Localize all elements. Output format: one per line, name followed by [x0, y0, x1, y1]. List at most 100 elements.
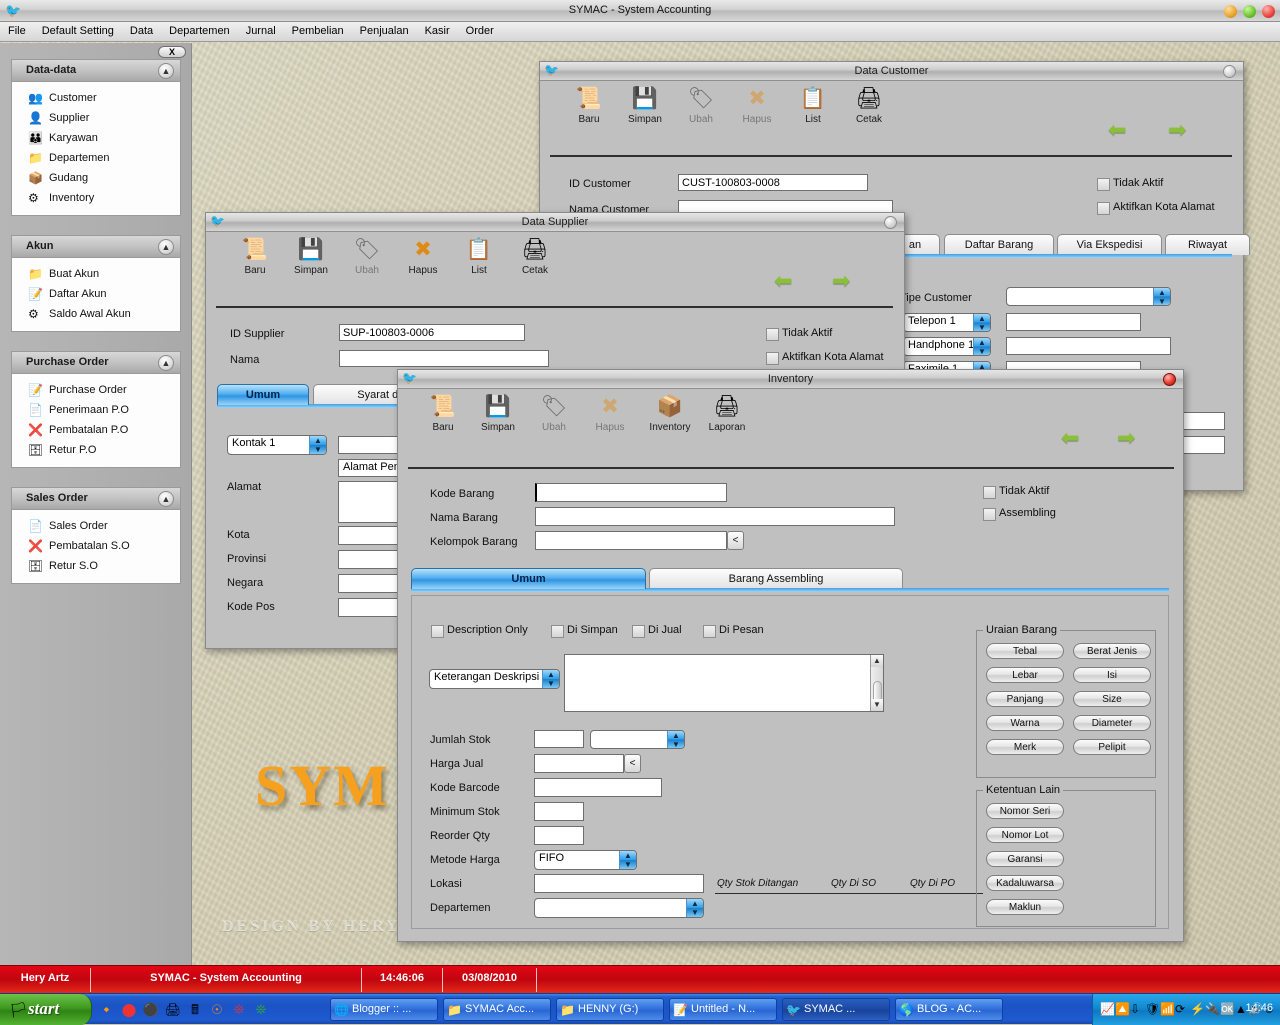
- lokasi-input[interactable]: [534, 874, 704, 893]
- scroll-down-icon[interactable]: ▼: [871, 699, 883, 711]
- inventory-hapus-button[interactable]: ✖ Hapus: [584, 393, 636, 433]
- customer-window-close-button[interactable]: [1223, 65, 1236, 78]
- inventory-window-close-button[interactable]: [1163, 373, 1176, 386]
- prev-arrow-icon[interactable]: ⬅: [774, 270, 792, 292]
- taskbar-item-symac-acc[interactable]: 📁 SYMAC Acc...: [443, 998, 551, 1021]
- kelompok-barang-picker-button[interactable]: <: [727, 531, 744, 550]
- inventory-laporan-button[interactable]: 🖨 Laporan: [698, 393, 756, 433]
- chevron-up-icon[interactable]: ▲: [158, 63, 174, 79]
- nama-barang-input[interactable]: [535, 507, 895, 526]
- supplier-list-button[interactable]: 📋 List: [453, 236, 505, 276]
- prev-arrow-icon[interactable]: ⬅: [1061, 427, 1079, 449]
- taskbar-item-blogger[interactable]: 🌐 Blogger :: ...: [330, 998, 438, 1021]
- taskbar-item-symac[interactable]: 🐦 SYMAC ...: [782, 998, 890, 1021]
- prev-arrow-icon[interactable]: ⬅: [1108, 119, 1126, 141]
- next-arrow-icon[interactable]: ➡: [832, 270, 850, 292]
- kontak-select[interactable]: Kontak 1 ▲ ▼: [227, 435, 327, 455]
- menu-departemen[interactable]: Departemen: [161, 22, 238, 42]
- contact-type-2-select[interactable]: Handphone 1 ▲ ▼: [903, 337, 991, 356]
- keterangan-deskripsi-select[interactable]: Keterangan Deskripsi ▲ ▼: [429, 669, 560, 689]
- power-icon[interactable]: ⚡: [1190, 1002, 1205, 1016]
- calculator-icon[interactable]: 🖩: [184, 994, 206, 1025]
- sidebar-item-karyawan[interactable]: 👪 Karyawan: [12, 128, 180, 148]
- tab-umum[interactable]: Umum: [411, 568, 646, 589]
- idm-icon[interactable]: ⇩: [1130, 1002, 1140, 1016]
- jumlah-stok-unit-select[interactable]: ▲ ▼: [590, 730, 685, 749]
- inventory-inventory-button[interactable]: 📦 Inventory: [639, 393, 701, 433]
- customer-tidak-aktif-checkbox[interactable]: Tidak Aktif: [1097, 177, 1163, 191]
- supplier-cetak-button[interactable]: 🖨 Cetak: [509, 236, 561, 276]
- inventory-assembling-checkbox[interactable]: Assembling: [983, 507, 1056, 521]
- next-arrow-icon[interactable]: ➡: [1168, 119, 1186, 141]
- uraian-merk-button[interactable]: Merk: [986, 739, 1064, 755]
- kode-barang-input[interactable]: [535, 483, 727, 502]
- metode-harga-select[interactable]: FIFO ▲ ▼: [534, 850, 637, 870]
- menu-data[interactable]: Data: [122, 22, 161, 42]
- network-icon[interactable]: 📶: [1160, 1002, 1175, 1016]
- chevron-up-icon[interactable]: ▲: [158, 355, 174, 371]
- sidebar-item-pembatalan-so[interactable]: ❌ Pembatalan S.O: [12, 536, 180, 556]
- uraian-size-button[interactable]: Size: [1073, 691, 1151, 707]
- chevron-up-icon[interactable]: ▲: [158, 491, 174, 507]
- update-icon[interactable]: ⟳: [1175, 1002, 1185, 1016]
- sidebar-item-customer[interactable]: 👥 Customer: [12, 88, 180, 108]
- spinner-icon[interactable]: ▲▼: [973, 338, 990, 355]
- usb-icon[interactable]: 🔌: [1205, 1002, 1220, 1016]
- sidebar-item-supplier[interactable]: 👤 Supplier: [12, 108, 180, 128]
- customer-window-titlebar[interactable]: 🐦 Data Customer: [540, 62, 1243, 81]
- inventory-baru-button[interactable]: 📜 Baru: [417, 393, 469, 433]
- taskbar-item-henny-drive[interactable]: 📁 HENNY (G:): [556, 998, 664, 1021]
- inventory-window-titlebar[interactable]: 🐦 Inventory: [398, 370, 1183, 389]
- customer-list-button[interactable]: 📋 List: [787, 85, 839, 125]
- contact-type-1-select[interactable]: Telepon 1 ▲ ▼: [903, 313, 991, 332]
- taskbar-item-untitled-notepad[interactable]: 📝 Untitled - N...: [669, 998, 777, 1021]
- panel-header-data-data[interactable]: Data-data ▲: [12, 60, 180, 82]
- uraian-lebar-button[interactable]: Lebar: [986, 667, 1064, 683]
- sidebar-item-saldo-awal-akun[interactable]: ⚙ Saldo Awal Akun: [12, 304, 180, 324]
- panel-header-purchase-order[interactable]: Purchase Order ▲: [12, 352, 180, 374]
- di-pesan-checkbox[interactable]: Di Pesan: [703, 624, 764, 638]
- tab-daftar-barang[interactable]: Daftar Barang: [944, 234, 1054, 255]
- kaspersky-icon[interactable]: 🆗: [1220, 1002, 1235, 1016]
- reorder-qty-input[interactable]: [534, 826, 584, 845]
- menu-order[interactable]: Order: [458, 22, 502, 42]
- tab-riwayat[interactable]: Riwayat: [1165, 234, 1250, 255]
- menu-file[interactable]: File: [0, 22, 34, 42]
- chevron-up-icon[interactable]: ▲: [158, 239, 174, 255]
- firefox2-icon[interactable]: ❊: [250, 994, 272, 1025]
- deskripsi-scrollbar[interactable]: ▲ ▼: [870, 655, 883, 711]
- chrome-icon[interactable]: ⚫: [140, 994, 162, 1025]
- supplier-aktifkan-kota-alamat-checkbox[interactable]: Aktifkan Kota Alamat: [766, 351, 884, 365]
- customer-simpan-button[interactable]: 💾 Simpan: [619, 85, 671, 125]
- uraian-diameter-button[interactable]: Diameter: [1073, 715, 1151, 731]
- inventory-simpan-button[interactable]: 💾 Simpan: [472, 393, 524, 433]
- supplier-tidak-aktif-checkbox[interactable]: Tidak Aktif: [766, 327, 832, 341]
- sidebar-item-retur-so[interactable]: 🗄 Retur S.O: [12, 556, 180, 576]
- kode-barcode-input[interactable]: [534, 778, 662, 797]
- ketentuan-maklun-button[interactable]: Maklun: [986, 899, 1064, 915]
- supplier-simpan-button[interactable]: 💾 Simpan: [285, 236, 337, 276]
- shield-icon[interactable]: 🛡: [1145, 1002, 1160, 1016]
- deskripsi-textarea[interactable]: ▲ ▼: [564, 654, 884, 712]
- tray-clock[interactable]: 14:46: [1245, 1002, 1273, 1014]
- tipe-customer-select[interactable]: ▲ ▼: [1006, 287, 1171, 306]
- sidebar-item-penerimaan-po[interactable]: 📄 Penerimaan P.O: [12, 400, 180, 420]
- tab-barang-assembling[interactable]: Barang Assembling: [649, 568, 903, 589]
- di-jual-checkbox[interactable]: Di Jual: [632, 624, 682, 638]
- extra-field-2-input[interactable]: [1180, 436, 1225, 454]
- printer-icon[interactable]: 🖨: [162, 994, 184, 1025]
- spinner-icon[interactable]: ▲▼: [1153, 288, 1170, 305]
- tab-umum[interactable]: Umum: [217, 384, 309, 405]
- close-button[interactable]: [1262, 5, 1275, 18]
- sidebar-item-inventory[interactable]: ⚙ Inventory: [12, 188, 180, 208]
- panel-header-sales-order[interactable]: Sales Order ▲: [12, 488, 180, 510]
- customer-baru-button[interactable]: 📜 Baru: [563, 85, 615, 125]
- customer-ubah-button[interactable]: 🏷 Ubah: [675, 85, 727, 125]
- spinner-icon[interactable]: ▲▼: [667, 731, 684, 748]
- contact-value-1-input[interactable]: [1006, 313, 1141, 331]
- sidebar-item-gudang[interactable]: 📦 Gudang: [12, 168, 180, 188]
- uraian-panjang-button[interactable]: Panjang: [986, 691, 1064, 707]
- spinner-icon[interactable]: ▲▼: [309, 436, 326, 454]
- signal-icon[interactable]: 📈: [1100, 1002, 1115, 1016]
- sidebar-item-daftar-akun[interactable]: 📝 Daftar Akun: [12, 284, 180, 304]
